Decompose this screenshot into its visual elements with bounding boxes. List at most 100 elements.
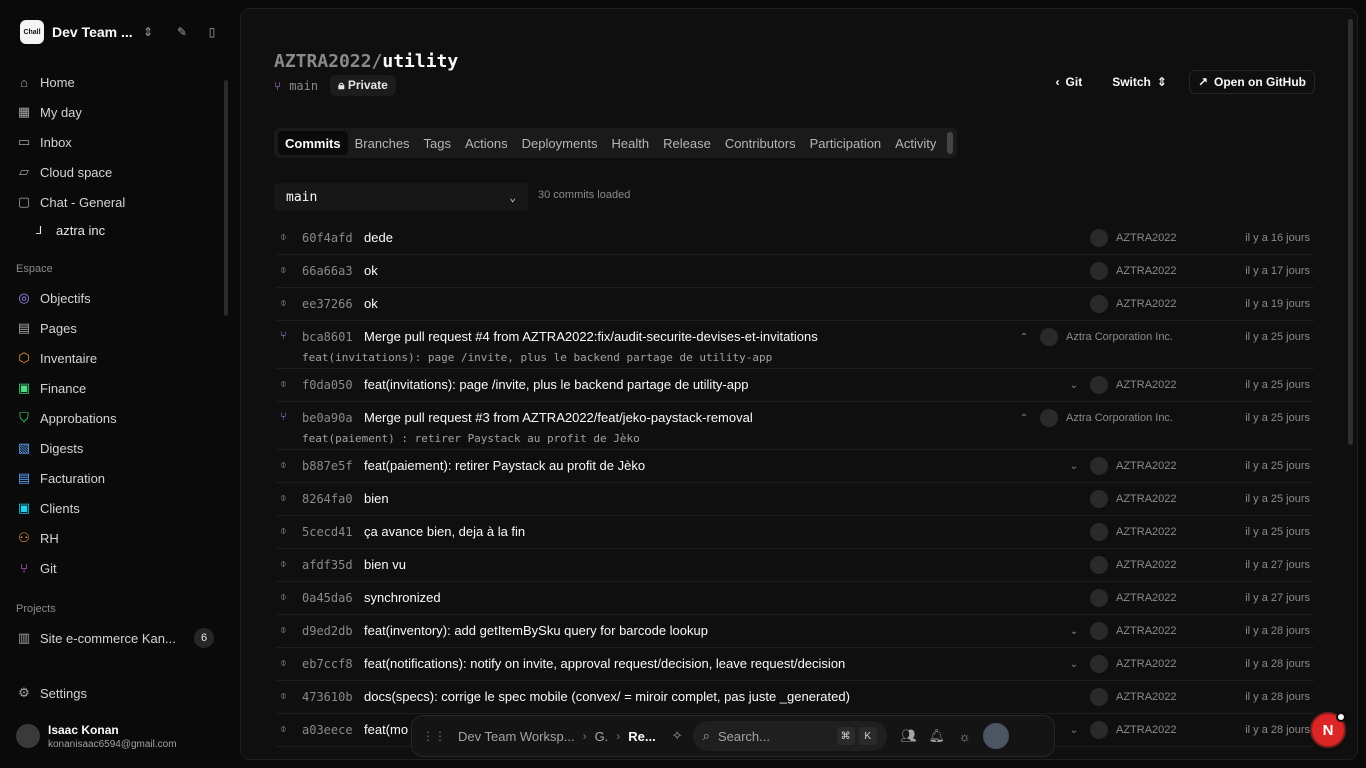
sidebar-toggle-icon[interactable]: ▯ bbox=[204, 25, 220, 39]
sidebar-item[interactable]: ⚇ RH bbox=[8, 523, 218, 553]
sidebar-item-label: Inventaire bbox=[40, 350, 98, 366]
commit-sha[interactable]: b887e5f bbox=[302, 459, 364, 473]
commit-sha[interactable]: 0a45da6 bbox=[302, 591, 364, 605]
commit-sha[interactable]: 5cecd41 bbox=[302, 525, 364, 539]
sidebar-scrollbar[interactable] bbox=[224, 80, 228, 316]
project-item[interactable]: ▥ Site e-commerce Kan... 6 bbox=[8, 623, 218, 653]
workspace-switcher[interactable]: Chall Dev Team ... ⇕ ✎ ▯ bbox=[12, 14, 228, 50]
commit-sha[interactable]: d9ed2db bbox=[302, 624, 364, 638]
commit-sha[interactable]: afdf35d bbox=[302, 558, 364, 572]
tab-release[interactable]: Release bbox=[656, 131, 718, 155]
notification-fab[interactable]: N bbox=[1310, 712, 1346, 748]
sidebar-item[interactable]: ▱ Cloud space bbox=[8, 157, 218, 187]
repo-meta: ⑂ main 🔒︎ Private bbox=[274, 75, 396, 96]
open-github-button[interactable]: ↗ Open on GitHub bbox=[1188, 70, 1315, 94]
sidebar-item[interactable]: ⑂ Git bbox=[8, 553, 218, 583]
chevron-down-icon[interactable]: ⌄ bbox=[1066, 461, 1082, 472]
commit-sha[interactable]: 60f4afd bbox=[302, 231, 364, 245]
sidebar-item[interactable]: ▭ Inbox bbox=[8, 127, 218, 157]
commit-author: AZTRA2022 bbox=[1116, 559, 1177, 571]
users-icon[interactable]: 👥︎ bbox=[895, 728, 923, 744]
user-profile[interactable]: Isaac Konan konanisaac6594@gmail.com bbox=[16, 716, 226, 756]
avatar[interactable] bbox=[982, 723, 1009, 749]
chevron-up-icon[interactable]: ⌃ bbox=[1016, 413, 1032, 424]
breadcrumb-workspace[interactable]: Dev Team Worksp... bbox=[458, 729, 575, 744]
commit-sha[interactable]: 8264fa0 bbox=[302, 492, 364, 506]
git-back-button[interactable]: ‹ Git bbox=[1048, 70, 1091, 94]
chevron-down-icon[interactable]: ⌄ bbox=[1066, 659, 1082, 670]
breadcrumb-current[interactable]: Re... bbox=[628, 729, 655, 744]
commit-sha[interactable]: be0a90a bbox=[302, 411, 364, 425]
git-commit-icon: ⌽ bbox=[280, 723, 287, 735]
gear-icon: ⚙ bbox=[18, 685, 30, 700]
sidebar-item-aztra-inc[interactable]: ⅃ aztra inc bbox=[8, 217, 218, 243]
sidebar-item[interactable]: ▢ Chat - General bbox=[8, 187, 218, 217]
commit-row[interactable]: ⌽ 66a66a3 ok AZTRA2022 il y a 17 jours bbox=[276, 255, 1314, 288]
commit-sha[interactable]: ee37266 bbox=[302, 297, 364, 311]
commit-row[interactable]: ⌽ d9ed2db feat(inventory): add getItemBySk… bbox=[276, 615, 1314, 648]
commit-time: il y a 25 jours bbox=[1245, 493, 1310, 505]
branch-select[interactable]: main ⌄ bbox=[274, 183, 528, 211]
sidebar-item[interactable]: ▦ My day bbox=[8, 97, 218, 127]
commit-row[interactable]: ⌽ f0da050 feat(invitations): page /invite,… bbox=[276, 369, 1314, 402]
sidebar-item[interactable]: ▣ Clients bbox=[8, 493, 218, 523]
tab-activity[interactable]: Activity bbox=[888, 131, 943, 155]
sidebar-item[interactable]: ⌂ Home bbox=[8, 67, 218, 97]
chevron-down-icon[interactable]: ⌄ bbox=[1066, 626, 1082, 637]
commit-row[interactable]: ⌽ afdf35d bien vu AZTRA2022 il y a 27 jours bbox=[276, 549, 1314, 582]
tab-branches[interactable]: Branches bbox=[348, 131, 417, 155]
compose-icon[interactable]: ✎ bbox=[174, 25, 190, 39]
commit-row[interactable]: ⌽ 5cecd41 ça avance bien, deja à la fin AZT… bbox=[276, 516, 1314, 549]
search-input[interactable]: ⌕ Search... ⌘ K bbox=[692, 721, 887, 751]
sidebar-item[interactable]: ⛉ Approbations bbox=[8, 403, 218, 433]
breadcrumb-git[interactable]: G. bbox=[595, 729, 609, 744]
chevron-updown-icon[interactable]: ⇕ bbox=[140, 25, 156, 39]
switch-button[interactable]: Switch ⇕ bbox=[1104, 70, 1175, 94]
commit-row[interactable]: ⌽ b887e5f feat(paiement): retirer Paystack… bbox=[276, 450, 1314, 483]
commit-message: Merge pull request #3 from AZTRA2022/fea… bbox=[364, 410, 753, 425]
commit-time: il y a 28 jours bbox=[1245, 658, 1310, 670]
commit-row[interactable]: ⌽ 473610b docs(specs): corrige le spec mob… bbox=[276, 681, 1314, 714]
sidebar-item[interactable]: ▧ Digests bbox=[8, 433, 218, 463]
commit-row[interactable]: ⌽ ee37266 ok AZTRA2022 il y a 19 jours bbox=[276, 288, 1314, 321]
tab-commits[interactable]: Commits bbox=[278, 131, 348, 155]
chevron-up-icon[interactable]: ⌃ bbox=[1016, 332, 1032, 343]
tab-contributors[interactable]: Contributors bbox=[718, 131, 803, 155]
tabs-scrollbar[interactable] bbox=[947, 132, 954, 154]
commit-row[interactable]: ⌽ 60f4afd dede AZTRA2022 il y a 16 jours bbox=[276, 222, 1314, 255]
commit-row[interactable]: ⌽ eb7ccf8 feat(notifications): notify on i… bbox=[276, 648, 1314, 681]
commit-sha[interactable]: f0da050 bbox=[302, 378, 364, 392]
tab-actions[interactable]: Actions bbox=[458, 131, 515, 155]
drag-handle-icon[interactable]: ⋮⋮ bbox=[422, 729, 446, 743]
sidebar-item[interactable]: ▤ Pages bbox=[8, 313, 218, 343]
nav-sub-wrap: ⅃ aztra inc bbox=[8, 217, 218, 243]
commit-sha[interactable]: 473610b bbox=[302, 690, 364, 704]
commit-row[interactable]: ⑂ bca8601 Merge pull request #4 from AZTRA… bbox=[276, 321, 1314, 369]
bell-icon[interactable]: 🔔︎ bbox=[923, 728, 951, 744]
sidebar-item[interactable]: ◎ Objectifs bbox=[8, 283, 218, 313]
settings-item[interactable]: ⚙ Settings bbox=[8, 678, 218, 708]
chevron-down-icon[interactable]: ⌄ bbox=[1066, 380, 1082, 391]
sidebar-item[interactable]: ▤ Facturation bbox=[8, 463, 218, 493]
tab-tags[interactable]: Tags bbox=[417, 131, 458, 155]
commit-row[interactable]: ⌽ 0a45da6 synchronized AZTRA2022 il y a 27 j… bbox=[276, 582, 1314, 615]
avatar bbox=[1090, 295, 1108, 313]
commit-sha[interactable]: 66a66a3 bbox=[302, 264, 364, 278]
tab-participation[interactable]: Participation bbox=[803, 131, 889, 155]
avatar bbox=[1090, 622, 1108, 640]
commit-sha[interactable]: a03eece bbox=[302, 723, 364, 737]
sidebar-item[interactable]: ▣ Finance bbox=[8, 373, 218, 403]
tab-deployments[interactable]: Deployments bbox=[515, 131, 605, 155]
tab-health[interactable]: Health bbox=[605, 131, 657, 155]
commit-row[interactable]: ⌽ 8264fa0 bien AZTRA2022 il y a 25 jours bbox=[276, 483, 1314, 516]
sun-icon[interactable]: ☼ bbox=[951, 729, 979, 744]
sparkle-icon[interactable]: ✧ bbox=[672, 728, 683, 744]
commit-sha[interactable]: bca8601 bbox=[302, 330, 364, 344]
repo-owner[interactable]: AZTRA2022/ bbox=[274, 51, 382, 72]
commit-sha[interactable]: eb7ccf8 bbox=[302, 657, 364, 671]
chevron-down-icon[interactable]: ⌄ bbox=[1066, 725, 1082, 736]
sidebar-item[interactable]: ⬡ Inventaire bbox=[8, 343, 218, 373]
commit-row[interactable]: ⑂ be0a90a Merge pull request #3 from AZTRA… bbox=[276, 402, 1314, 450]
chevron-right-icon: › bbox=[616, 729, 621, 743]
main-scrollbar[interactable] bbox=[1348, 19, 1353, 445]
